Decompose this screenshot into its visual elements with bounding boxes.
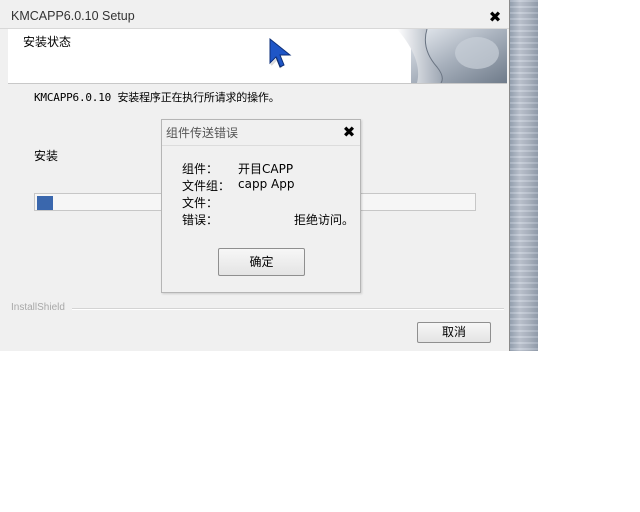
- title-bar[interactable]: KMCAPP6.0.10 Setup ✖: [0, 0, 509, 29]
- dialog-title: 组件传送错误: [166, 126, 239, 140]
- component-label: 组件：: [182, 162, 219, 176]
- close-icon[interactable]: ✖: [487, 9, 503, 25]
- error-value: 拒绝访问。: [294, 213, 355, 227]
- page-curl-graphic: [397, 29, 507, 83]
- status-label: 安装: [34, 149, 59, 163]
- cancel-button[interactable]: 取消: [417, 322, 491, 343]
- banner-title: 安装状态: [23, 35, 72, 49]
- component-value: 开目CAPP: [238, 162, 294, 176]
- separator: [72, 308, 504, 310]
- filegroup-label: 文件组：: [182, 179, 231, 193]
- dialog-separator: [162, 145, 360, 146]
- dialog-close-icon[interactable]: ✖: [341, 124, 357, 140]
- status-description: KMCAPP6.0.10 安装程序正在执行所请求的操作。: [34, 91, 280, 104]
- error-label: 错误：: [182, 213, 219, 227]
- progress-fill: [37, 196, 55, 210]
- mouse-pointer-icon: [269, 37, 292, 69]
- header-banner: 安装状态: [8, 29, 507, 84]
- installshield-brand: InstallShield: [11, 302, 65, 313]
- error-dialog: 组件传送错误 ✖ 组件： 开目CAPP 文件组： capp App 文件： 错误…: [161, 119, 361, 293]
- progress-segment: [37, 196, 53, 210]
- filegroup-value: capp App: [238, 177, 295, 191]
- file-label: 文件：: [182, 196, 219, 210]
- window-title: KMCAPP6.0.10 Setup: [11, 9, 135, 23]
- ok-button[interactable]: 确定: [218, 248, 305, 276]
- desktop-background: [510, 0, 538, 351]
